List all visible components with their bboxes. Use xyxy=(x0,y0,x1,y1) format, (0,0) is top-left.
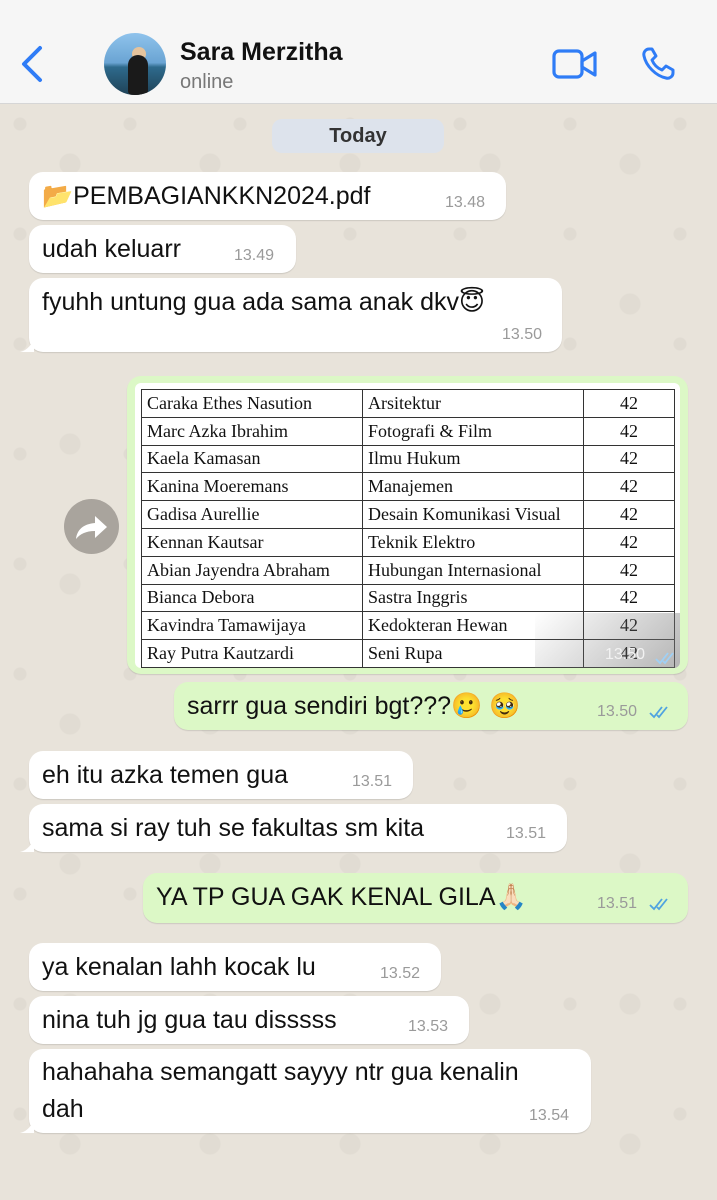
student-name-cell: Kanina Moeremans xyxy=(141,472,363,502)
student-name-cell: Abian Jayendra Abraham xyxy=(141,555,363,585)
image-message[interactable]: Caraka Ethes Nasution Arsitektur 42 Marc Az… xyxy=(127,376,688,674)
group-number-cell: 42 xyxy=(583,416,675,446)
table-row: Bianca Debora Sastra Inggris 42 xyxy=(141,583,675,613)
student-name-cell: Kaela Kamasan xyxy=(141,444,363,474)
contact-name[interactable]: Sara Merzitha xyxy=(180,38,343,67)
message-text-line-2: dah xyxy=(42,1095,84,1123)
message-incoming[interactable]: 📂PEMBAGIANKKN2024.pdf 13.48 xyxy=(29,172,506,220)
read-ticks-icon xyxy=(655,652,674,665)
date-divider: Today xyxy=(272,119,444,153)
program-cell: Teknik Elektro xyxy=(362,527,584,557)
program-cell: Desain Komunikasi Visual xyxy=(362,500,584,529)
student-name-cell: Bianca Debora xyxy=(141,583,363,613)
program-cell: Arsitektur xyxy=(362,389,584,418)
read-ticks-icon xyxy=(649,898,668,911)
forward-arrow-icon xyxy=(76,516,107,539)
table-image[interactable]: Caraka Ethes Nasution Arsitektur 42 Marc Az… xyxy=(135,383,680,668)
message-time: 13.51 xyxy=(597,895,638,912)
message-text: 📂PEMBAGIANKKN2024.pdf xyxy=(42,182,371,210)
group-number-cell: 42 xyxy=(583,527,675,557)
bubble-tail xyxy=(20,338,34,352)
message-time: 13.52 xyxy=(380,965,421,982)
message-text-line-1: hahahaha semangatt sayyy ntr gua kenalin xyxy=(42,1058,519,1086)
message-time: 13.51 xyxy=(352,773,393,790)
student-name-cell: Caraka Ethes Nasution xyxy=(141,389,363,418)
table-row: Caraka Ethes Nasution Arsitektur 42 xyxy=(141,389,675,418)
message-text: YA TP GUA GAK KENAL GILA🙏🏻 xyxy=(156,883,527,911)
message-outgoing[interactable]: sarrr gua sendiri bgt???🥲 🥹 13.50 xyxy=(174,682,688,730)
group-number-cell: 42 xyxy=(583,472,675,502)
message-time: 13.50 xyxy=(502,326,543,343)
group-number-cell: 42 xyxy=(583,583,675,613)
message-incoming[interactable]: sama si ray tuh se fakultas sm kita 13.5… xyxy=(29,804,567,852)
table-row: Marc Azka Ibrahim Fotografi & Film 42 xyxy=(141,416,675,446)
message-incoming[interactable]: fyuhh untung gua ada sama anak dkv😇 13.5… xyxy=(29,278,562,352)
message-time: 13.51 xyxy=(506,825,547,842)
message-time: 13.49 xyxy=(234,247,275,264)
message-time: 13.53 xyxy=(408,1018,449,1035)
message-time: 13.50 xyxy=(597,703,638,720)
back-chevron-icon[interactable] xyxy=(18,44,46,84)
message-outgoing[interactable]: YA TP GUA GAK KENAL GILA🙏🏻 13.51 xyxy=(143,873,688,923)
message-incoming[interactable]: nina tuh jg gua tau disssss 13.53 xyxy=(29,996,469,1044)
avatar[interactable] xyxy=(104,33,166,95)
group-number-cell: 42 xyxy=(583,444,675,474)
message-text: sama si ray tuh se fakultas sm kita xyxy=(42,814,425,842)
group-number-cell: 42 xyxy=(583,500,675,529)
message-time: 13.48 xyxy=(445,194,486,211)
image-time: 13.50 xyxy=(605,646,646,663)
group-number-cell: 42 xyxy=(583,555,675,585)
message-text: udah keluarr xyxy=(42,235,181,263)
bubble-tail xyxy=(20,1119,34,1133)
program-cell: Sastra Inggris xyxy=(362,583,584,613)
message-text: nina tuh jg gua tau disssss xyxy=(42,1006,337,1034)
table-row: Kennan Kautsar Teknik Elektro 42 xyxy=(141,527,675,557)
phone-icon[interactable] xyxy=(640,46,676,82)
forward-button[interactable] xyxy=(64,499,119,554)
message-text: fyuhh untung gua ada sama anak dkv😇 xyxy=(42,288,486,316)
bubble-tail xyxy=(20,838,34,852)
message-incoming[interactable]: hahahaha semangatt sayyy ntr gua kenalin… xyxy=(29,1049,591,1133)
program-cell: Fotografi & Film xyxy=(362,416,584,446)
message-time: 13.54 xyxy=(529,1107,570,1124)
table-row: Kanina Moeremans Manajemen 42 xyxy=(141,472,675,502)
message-incoming[interactable]: udah keluarr 13.49 xyxy=(29,225,296,273)
message-text: sarrr gua sendiri bgt???🥲 🥹 xyxy=(187,692,521,720)
table-row: Gadisa Aurellie Desain Komunikasi Visual 4… xyxy=(141,500,675,529)
message-text: ya kenalan lahh kocak lu xyxy=(42,953,316,981)
program-cell: Hubungan Internasional xyxy=(362,555,584,585)
program-cell: Ilmu Hukum xyxy=(362,444,584,474)
group-number-cell: 42 xyxy=(583,389,675,418)
contact-status: online xyxy=(180,71,234,93)
table-row: Kaela Kamasan Ilmu Hukum 42 xyxy=(141,444,675,474)
chat-header: Sara Merzitha online xyxy=(0,0,717,104)
student-name-cell: Marc Azka Ibrahim xyxy=(141,416,363,446)
student-name-cell: Kennan Kautsar xyxy=(141,527,363,557)
student-name-cell: Ray Putra Kautzardi xyxy=(141,639,363,668)
message-incoming[interactable]: eh itu azka temen gua 13.51 xyxy=(29,751,413,799)
message-incoming[interactable]: ya kenalan lahh kocak lu 13.52 xyxy=(29,943,441,991)
student-name-cell: Gadisa Aurellie xyxy=(141,500,363,529)
message-text: eh itu azka temen gua xyxy=(42,761,288,789)
student-name-cell: Kavindra Tamawijaya xyxy=(141,611,363,641)
read-ticks-icon xyxy=(649,706,668,719)
video-camera-icon[interactable] xyxy=(552,46,598,82)
program-cell: Manajemen xyxy=(362,472,584,502)
table-row: Abian Jayendra Abraham Hubungan Internasi… xyxy=(141,555,675,585)
